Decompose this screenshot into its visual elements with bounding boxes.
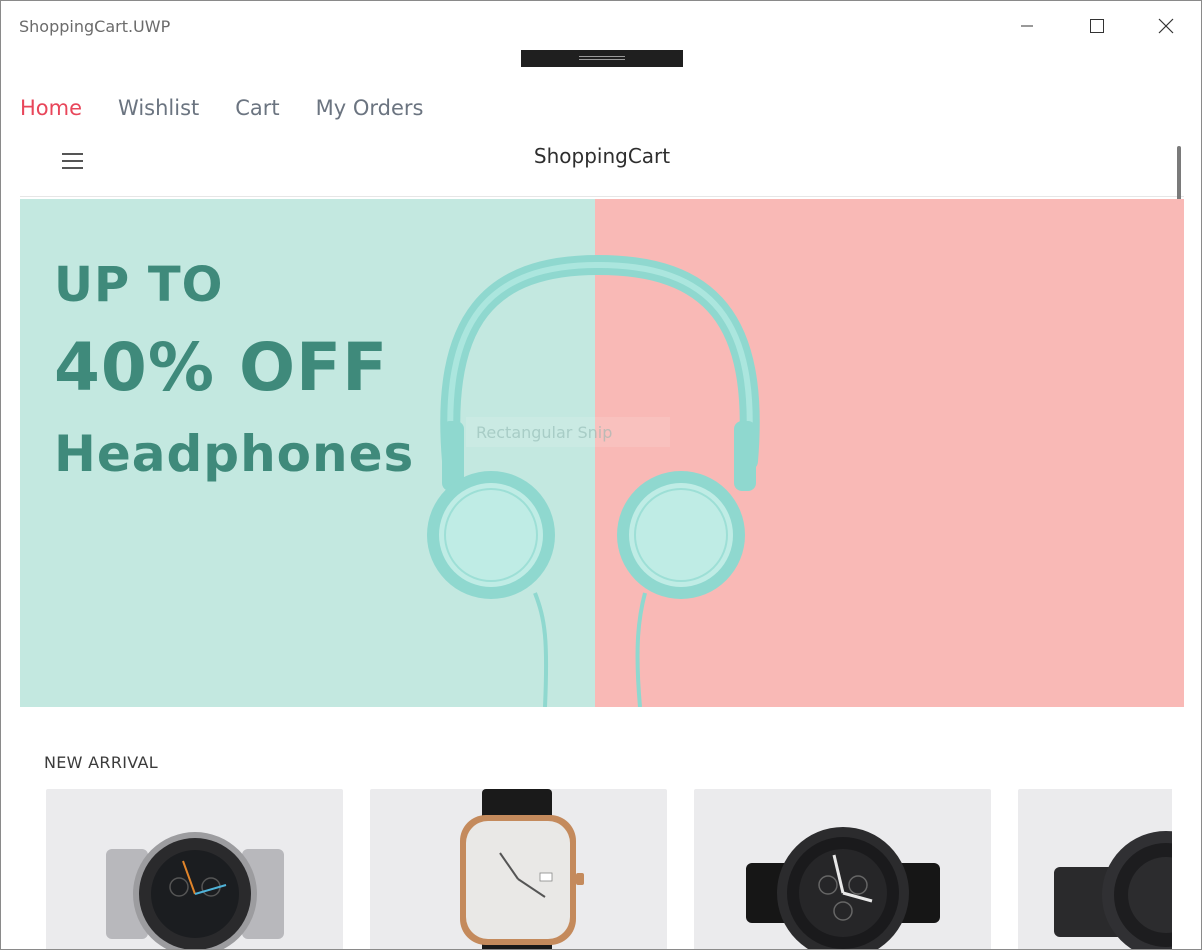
window-drag-handle[interactable] xyxy=(521,50,683,67)
tab-my-orders[interactable]: My Orders xyxy=(316,93,424,123)
product-card[interactable] xyxy=(694,789,991,949)
tab-cart[interactable]: Cart xyxy=(235,93,279,123)
promo-banner[interactable]: UP TO 40% OFF Headphones Rectangular Sni… xyxy=(20,199,1184,707)
close-icon xyxy=(1158,18,1174,34)
silver-chronograph-watch-image xyxy=(106,832,284,949)
black-nato-strap-watch-image xyxy=(746,827,940,949)
snip-overlay-label: Rectangular Snip xyxy=(466,417,670,447)
promo-line-1: UP TO xyxy=(54,257,224,313)
rose-gold-leather-watch-image xyxy=(460,789,584,949)
window-title: ShoppingCart.UWP xyxy=(19,17,171,36)
close-button[interactable] xyxy=(1132,1,1200,51)
promo-line-3: Headphones xyxy=(54,425,415,483)
tab-home[interactable]: Home xyxy=(20,93,82,123)
maximize-button[interactable] xyxy=(1063,1,1131,51)
app-header: ShoppingCart xyxy=(20,139,1184,197)
product-card[interactable] xyxy=(1018,789,1172,949)
product-card[interactable] xyxy=(46,789,343,949)
drag-grip-line xyxy=(579,59,625,60)
new-arrival-heading: NEW ARRIVAL xyxy=(44,753,158,772)
product-carousel[interactable] xyxy=(46,789,1172,949)
promo-line-2: 40% OFF xyxy=(54,329,389,406)
minimize-icon xyxy=(1021,25,1033,27)
main-tabs: Home Wishlist Cart My Orders xyxy=(20,93,460,123)
title-bar[interactable]: ShoppingCart.UWP xyxy=(1,1,1201,51)
app-window: ShoppingCart.UWP Home Wishlist Cart My O… xyxy=(0,0,1202,950)
maximize-icon xyxy=(1090,19,1104,33)
product-card[interactable] xyxy=(370,789,667,949)
page-title: ShoppingCart xyxy=(533,144,671,168)
black-steel-watch-image xyxy=(1054,831,1172,949)
tab-wishlist[interactable]: Wishlist xyxy=(118,93,199,123)
minimize-button[interactable] xyxy=(993,1,1061,51)
drag-grip-line xyxy=(579,56,625,57)
